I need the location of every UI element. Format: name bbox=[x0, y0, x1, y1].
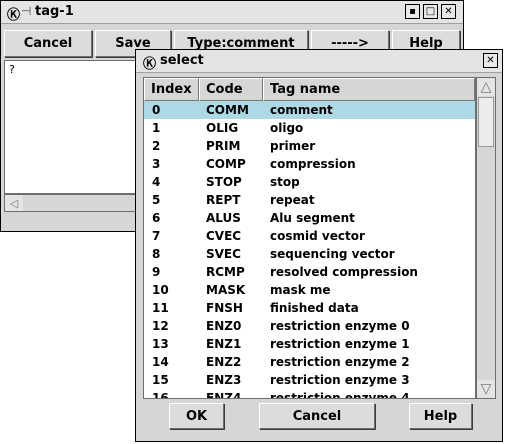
row-code: ENZ0 bbox=[206, 319, 242, 333]
row-code: RCMP bbox=[206, 265, 245, 279]
row-tag-name: Alu segment bbox=[270, 211, 355, 225]
row-tag-name: oligo bbox=[270, 121, 304, 135]
row-index: 11 bbox=[152, 301, 169, 315]
table-row[interactable]: 2 PRIM primer bbox=[144, 137, 475, 155]
table-row[interactable]: 1 OLIG oligo bbox=[144, 119, 475, 137]
tag-comment-text: ? bbox=[9, 63, 15, 76]
row-code: CVEC bbox=[206, 229, 242, 243]
table-row[interactable]: 12 ENZ0 restriction enzyme 0 bbox=[144, 317, 475, 335]
row-index: 15 bbox=[152, 373, 169, 387]
row-code: FNSH bbox=[206, 301, 243, 315]
row-index: 14 bbox=[152, 355, 169, 369]
row-tag-name: finished data bbox=[270, 301, 359, 315]
row-code: COMP bbox=[206, 157, 246, 171]
row-tag-name: sequencing vector bbox=[270, 247, 395, 261]
table-row[interactable]: 9 RCMP resolved compression bbox=[144, 263, 475, 281]
pin-icon[interactable]: ⊣ bbox=[21, 4, 31, 18]
row-tag-name: mask me bbox=[270, 283, 331, 297]
row-tag-name: restriction enzyme 2 bbox=[270, 355, 410, 369]
table-row[interactable]: 7 CVEC cosmid vector bbox=[144, 227, 475, 245]
row-tag-name: cosmid vector bbox=[270, 229, 365, 243]
column-header-tag-name[interactable]: Tag name bbox=[263, 78, 475, 101]
table-row[interactable]: 13 ENZ1 restriction enzyme 1 bbox=[144, 335, 475, 353]
tag-list-vscrollbar[interactable]: △ ▽ bbox=[476, 77, 496, 399]
row-index: 13 bbox=[152, 337, 169, 351]
row-index: 16 bbox=[152, 391, 169, 399]
table-row[interactable]: 6 ALUS Alu segment bbox=[144, 209, 475, 227]
kde-logo-icon[interactable]: Ⓚ bbox=[143, 53, 156, 72]
row-tag-name: primer bbox=[270, 139, 316, 153]
row-index: 9 bbox=[152, 265, 161, 279]
table-row[interactable]: 10 MASK mask me bbox=[144, 281, 475, 299]
scroll-down-icon[interactable]: ▽ bbox=[477, 380, 495, 398]
scroll-left-icon[interactable]: ◁ bbox=[5, 195, 23, 211]
kde-logo-icon[interactable]: Ⓚ bbox=[7, 4, 20, 23]
row-index: 0 bbox=[152, 103, 161, 117]
cancel-button[interactable]: Cancel bbox=[259, 403, 375, 429]
column-header-code[interactable]: Code bbox=[199, 78, 263, 101]
tag-cancel-button[interactable]: Cancel bbox=[4, 30, 92, 57]
table-row[interactable]: 11 FNSH finished data bbox=[144, 299, 475, 317]
tag-list[interactable]: Index Code Tag name 0 COMM comment 1 OLIG oli… bbox=[143, 77, 476, 399]
row-index: 4 bbox=[152, 175, 161, 189]
select-dialog-title: select bbox=[160, 53, 204, 68]
minimize-icon[interactable]: ▪ bbox=[405, 4, 420, 19]
row-code: ENZ3 bbox=[206, 373, 242, 387]
row-code: PRIM bbox=[206, 139, 241, 153]
column-header-index[interactable]: Index bbox=[144, 78, 199, 101]
row-tag-name: comment bbox=[270, 103, 333, 117]
maximize-icon[interactable]: □ bbox=[423, 4, 438, 19]
row-code: ENZ4 bbox=[206, 391, 242, 399]
table-row[interactable]: 15 ENZ3 restriction enzyme 3 bbox=[144, 371, 475, 389]
help-button[interactable]: Help bbox=[409, 403, 472, 429]
row-index: 3 bbox=[152, 157, 161, 171]
table-row[interactable]: 4 STOP stop bbox=[144, 173, 475, 191]
row-index: 1 bbox=[152, 121, 161, 135]
table-row[interactable]: 0 COMM comment bbox=[144, 101, 475, 119]
row-code: ENZ1 bbox=[206, 337, 242, 351]
row-index: 2 bbox=[152, 139, 161, 153]
row-code: OLIG bbox=[206, 121, 239, 135]
row-tag-name: stop bbox=[270, 175, 300, 189]
row-tag-name: resolved compression bbox=[270, 265, 418, 279]
row-index: 6 bbox=[152, 211, 161, 225]
close-icon[interactable]: ✕ bbox=[441, 4, 456, 19]
row-code: SVEC bbox=[206, 247, 241, 261]
close-icon[interactable]: ✕ bbox=[483, 53, 498, 68]
row-tag-name: restriction enzyme 4 bbox=[270, 391, 410, 399]
tag-window-titlebar[interactable]: Ⓚ ⊣ tag-1 ▪ □ ✕ bbox=[1, 1, 463, 24]
row-code: COMM bbox=[206, 103, 249, 117]
row-index: 5 bbox=[152, 193, 161, 207]
tag-window-title: tag-1 bbox=[35, 4, 74, 19]
scroll-thumb[interactable] bbox=[478, 97, 494, 147]
scroll-up-icon[interactable]: △ bbox=[477, 78, 495, 96]
row-code: REPT bbox=[206, 193, 241, 207]
row-code: ALUS bbox=[206, 211, 241, 225]
table-row[interactable]: 16 ENZ4 restriction enzyme 4 bbox=[144, 389, 475, 399]
row-tag-name: repeat bbox=[270, 193, 315, 207]
row-index: 7 bbox=[152, 229, 161, 243]
table-row[interactable]: 8 SVEC sequencing vector bbox=[144, 245, 475, 263]
table-row[interactable]: 5 REPT repeat bbox=[144, 191, 475, 209]
table-row[interactable]: 3 COMP compression bbox=[144, 155, 475, 173]
list-header: Index Code Tag name bbox=[144, 78, 475, 101]
row-tag-name: compression bbox=[270, 157, 356, 171]
row-tag-name: restriction enzyme 1 bbox=[270, 337, 410, 351]
row-code: MASK bbox=[206, 283, 246, 297]
row-index: 12 bbox=[152, 319, 169, 333]
row-code: STOP bbox=[206, 175, 242, 189]
row-tag-name: restriction enzyme 0 bbox=[270, 319, 410, 333]
row-code: ENZ2 bbox=[206, 355, 242, 369]
row-index: 10 bbox=[152, 283, 169, 297]
row-index: 8 bbox=[152, 247, 161, 261]
table-row[interactable]: 14 ENZ2 restriction enzyme 2 bbox=[144, 353, 475, 371]
ok-button[interactable]: OK bbox=[169, 403, 224, 429]
tag-rows: 0 COMM comment 1 OLIG oligo 2 PRIM primer 3 COMP co… bbox=[144, 101, 475, 399]
select-dialog-titlebar[interactable]: Ⓚ select ✕ bbox=[136, 50, 502, 73]
row-tag-name: restriction enzyme 3 bbox=[270, 373, 410, 387]
